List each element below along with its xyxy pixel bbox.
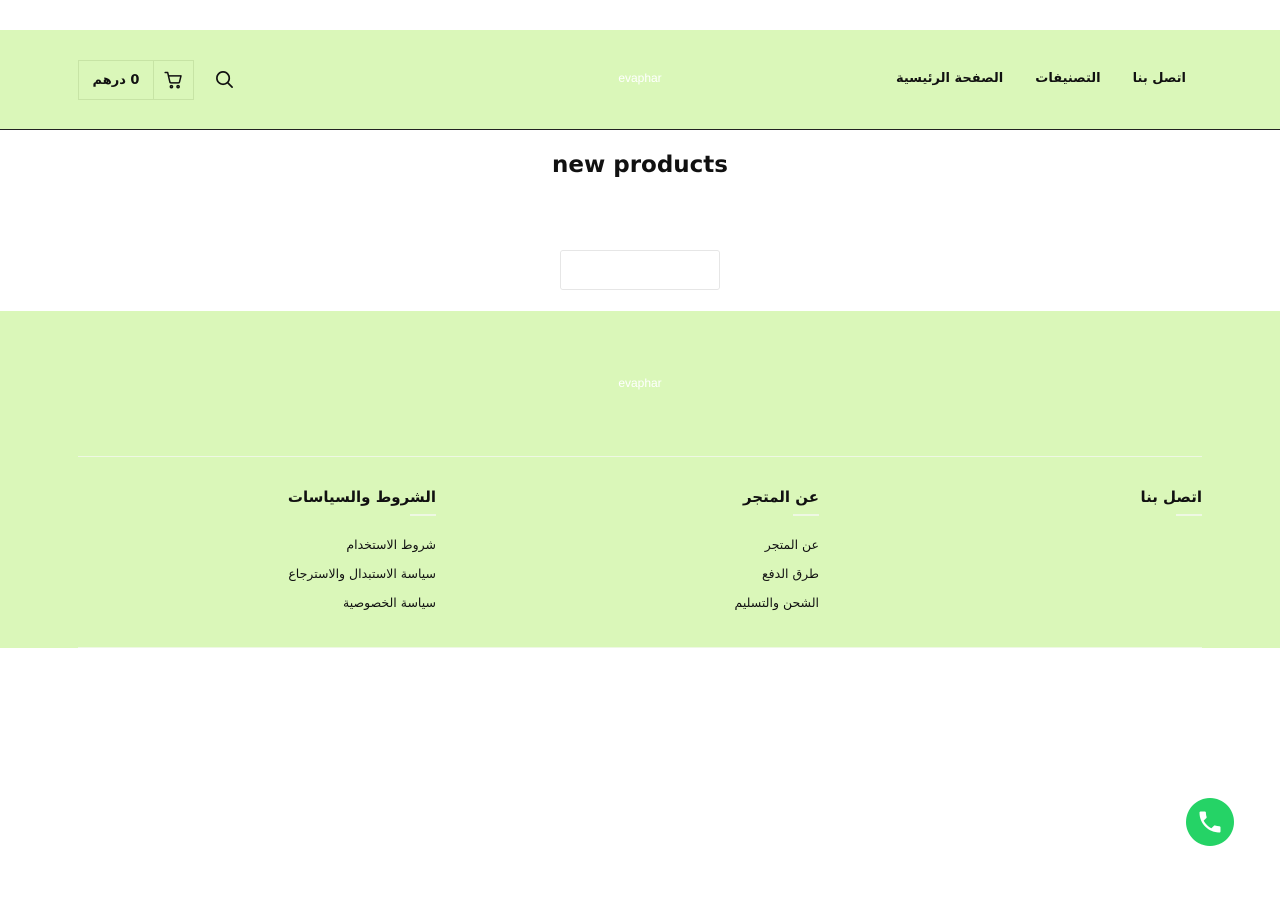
site-header: الصفحة الرئيسية التصنيفات اتصل بنا evaph… [0,30,1280,130]
footer-link-returns[interactable]: سياسة الاستبدال والاسترجاع [288,566,436,581]
page-title: new products [552,152,728,178]
footer-column-policies: الشروط والسياسات شروط الاستخدام سياسة ال… [186,488,436,623]
footer-link-payment[interactable]: طرق الدفع [762,566,819,581]
empty-product-placeholder [560,250,720,290]
title-underline [793,514,819,516]
footer-column-title: الشروط والسياسات [287,488,436,506]
cart-icon[interactable] [154,61,193,99]
footer-column-title: اتصل بنا [1140,488,1202,506]
whatsapp-icon [1199,811,1221,833]
footer-link-about[interactable]: عن المتجر [765,537,819,552]
footer-link-privacy[interactable]: سياسة الخصوصية [343,595,436,610]
title-underline [1176,514,1202,516]
footer-bottom-divider [78,647,1202,648]
cart-button[interactable]: 0 درهم [78,60,194,100]
footer-column-contact: اتصل بنا [1002,488,1202,536]
footer-logo[interactable]: evaphar [0,376,1280,390]
cart-total: 0 درهم [79,61,154,99]
whatsapp-button[interactable] [1186,798,1234,846]
footer-column-about: عن المتجر عن المتجر طرق الدفع الشحن والت… [619,488,819,623]
footer-link-shipping[interactable]: الشحن والتسليم [735,595,819,610]
site-footer: evaphar اتصل بنا عن المتجر عن المتجر طرق… [0,311,1280,648]
footer-column-title: عن المتجر [742,488,819,506]
search-icon[interactable] [213,68,235,90]
footer-link-terms[interactable]: شروط الاستخدام [346,537,436,552]
footer-divider [78,456,1202,457]
title-underline [410,514,436,516]
